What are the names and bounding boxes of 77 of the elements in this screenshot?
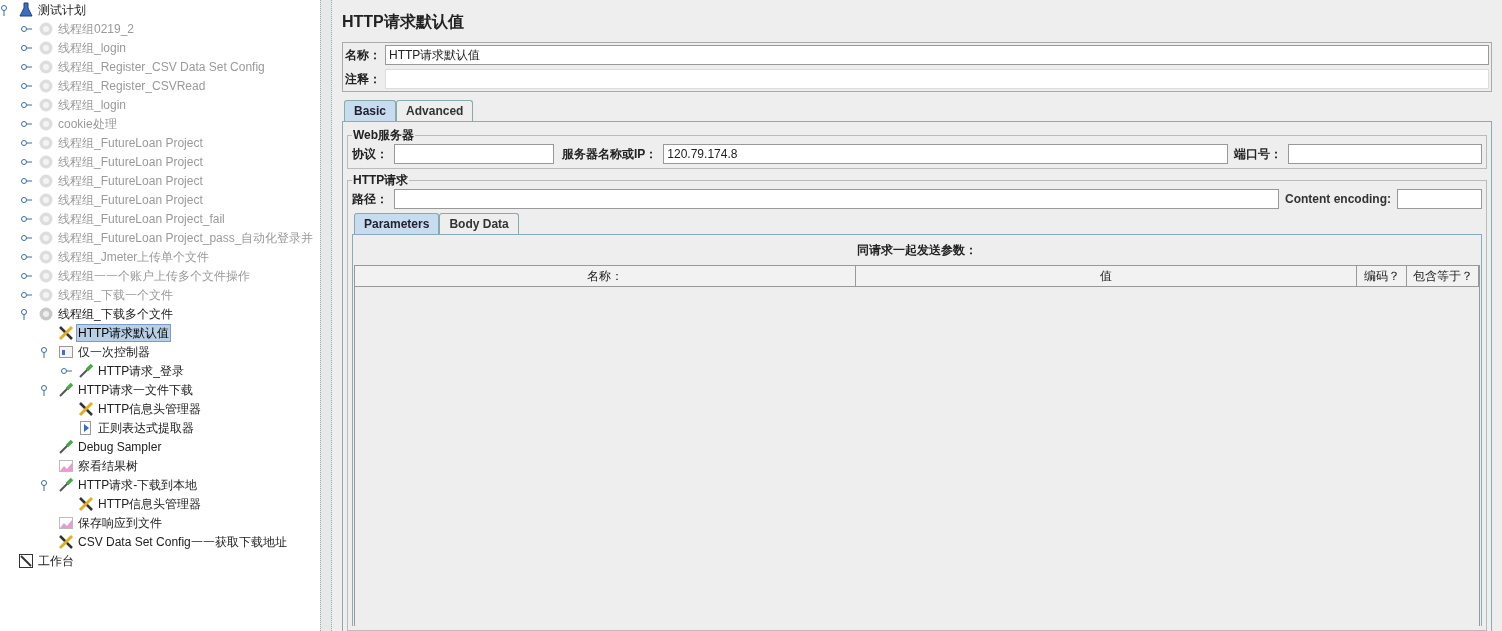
crossed-tools-icon <box>78 400 94 417</box>
tree-item[interactable]: HTTP信息头管理器 <box>96 494 204 513</box>
gear-icon <box>38 115 54 132</box>
field-label: 协议： <box>352 146 388 163</box>
tree-item[interactable]: HTTP信息头管理器 <box>96 399 204 418</box>
gear-icon <box>38 172 54 189</box>
tree-item[interactable]: CSV Data Set Config一一获取下载地址 <box>76 532 289 551</box>
gear-icon <box>38 58 54 75</box>
tree-item[interactable]: 线程组_下载多个文件 <box>56 304 175 323</box>
encoding-field[interactable] <box>1397 189 1482 209</box>
tab[interactable]: Body Data <box>439 213 519 234</box>
gear-icon <box>38 153 54 170</box>
comment-field[interactable] <box>385 69 1489 89</box>
field-label: 端口号： <box>1234 146 1282 163</box>
graph-icon <box>58 514 74 531</box>
graph-icon <box>58 457 74 474</box>
gear-icon <box>38 39 54 56</box>
expand-handle-icon[interactable] <box>0 3 10 16</box>
pipette-icon <box>78 362 94 379</box>
group-legend: Web服务器 <box>352 126 416 144</box>
crossed-tools-icon <box>58 324 74 341</box>
expand-handle-icon[interactable] <box>40 383 50 396</box>
tree-item[interactable]: HTTP请求默认值 <box>76 323 172 342</box>
pipette-icon <box>58 381 74 398</box>
field-label: 注释： <box>345 71 381 88</box>
tab[interactable]: Parameters <box>354 213 440 234</box>
name-field[interactable]: HTTP请求默认值 <box>385 45 1489 65</box>
tree-item[interactable]: HTTP请求_登录 <box>96 361 186 380</box>
group-legend: HTTP请求 <box>352 171 410 189</box>
gear-icon <box>38 20 54 37</box>
pipette-icon <box>58 476 74 493</box>
column-header: 值 <box>856 266 1357 286</box>
port-field[interactable] <box>1288 144 1482 164</box>
gear-icon <box>38 134 54 151</box>
field-label: Content encoding: <box>1285 191 1391 208</box>
splitter[interactable] <box>320 0 332 631</box>
gear-icon <box>38 191 54 208</box>
tree-item[interactable]: HTTP请求-下载到本地 <box>76 475 200 494</box>
tree-item[interactable]: 保存响应到文件 <box>76 513 164 532</box>
expand-handle-icon[interactable] <box>20 307 30 320</box>
workbench-icon <box>18 552 34 569</box>
pipette-icon <box>58 438 74 455</box>
tree-item[interactable]: 测试计划 <box>36 0 88 19</box>
column-header: 包含等于？ <box>1407 266 1479 286</box>
panel-title: HTTP请求默认值 <box>342 12 465 32</box>
expand-handle-icon[interactable] <box>40 345 50 358</box>
gear-icon <box>38 77 54 94</box>
tree-item[interactable]: Debug Sampler <box>76 437 164 456</box>
column-header: 编码？ <box>1357 266 1407 286</box>
collapse-handle-icon[interactable] <box>60 366 72 375</box>
path-field[interactable] <box>394 189 1279 209</box>
tree-item[interactable]: HTTP请求一文件下载 <box>76 380 196 399</box>
tree-item[interactable]: 工作台 <box>36 551 76 570</box>
protocol-field[interactable] <box>394 144 554 164</box>
gear-icon <box>38 210 54 227</box>
tab[interactable]: Basic <box>344 100 397 121</box>
gear-icon <box>38 305 54 322</box>
field-label: 服务器名称或IP： <box>562 146 658 163</box>
tab[interactable]: Advanced <box>396 100 474 121</box>
tree-item[interactable]: 仅一次控制器 <box>76 342 152 361</box>
server-field[interactable]: 120.79.174.8 <box>663 144 1228 164</box>
flask-icon <box>18 1 34 18</box>
crossed-tools-icon <box>58 533 74 550</box>
column-header: 名称： <box>355 266 856 286</box>
field-label: 路径： <box>352 191 388 208</box>
table-caption: 同请求一起发送参数： <box>856 242 978 259</box>
expand-handle-icon[interactable] <box>40 478 50 491</box>
gear-icon <box>38 286 54 303</box>
controller-icon <box>58 343 74 360</box>
gear-icon <box>38 248 54 265</box>
field-label: 名称： <box>345 47 381 64</box>
gear-icon <box>38 229 54 246</box>
tree-item[interactable]: 正则表达式提取器 <box>96 418 196 437</box>
crossed-tools-icon <box>78 495 94 512</box>
gear-icon <box>38 267 54 284</box>
gear-icon <box>38 96 54 113</box>
tree-item[interactable]: 察看结果树 <box>76 456 140 475</box>
